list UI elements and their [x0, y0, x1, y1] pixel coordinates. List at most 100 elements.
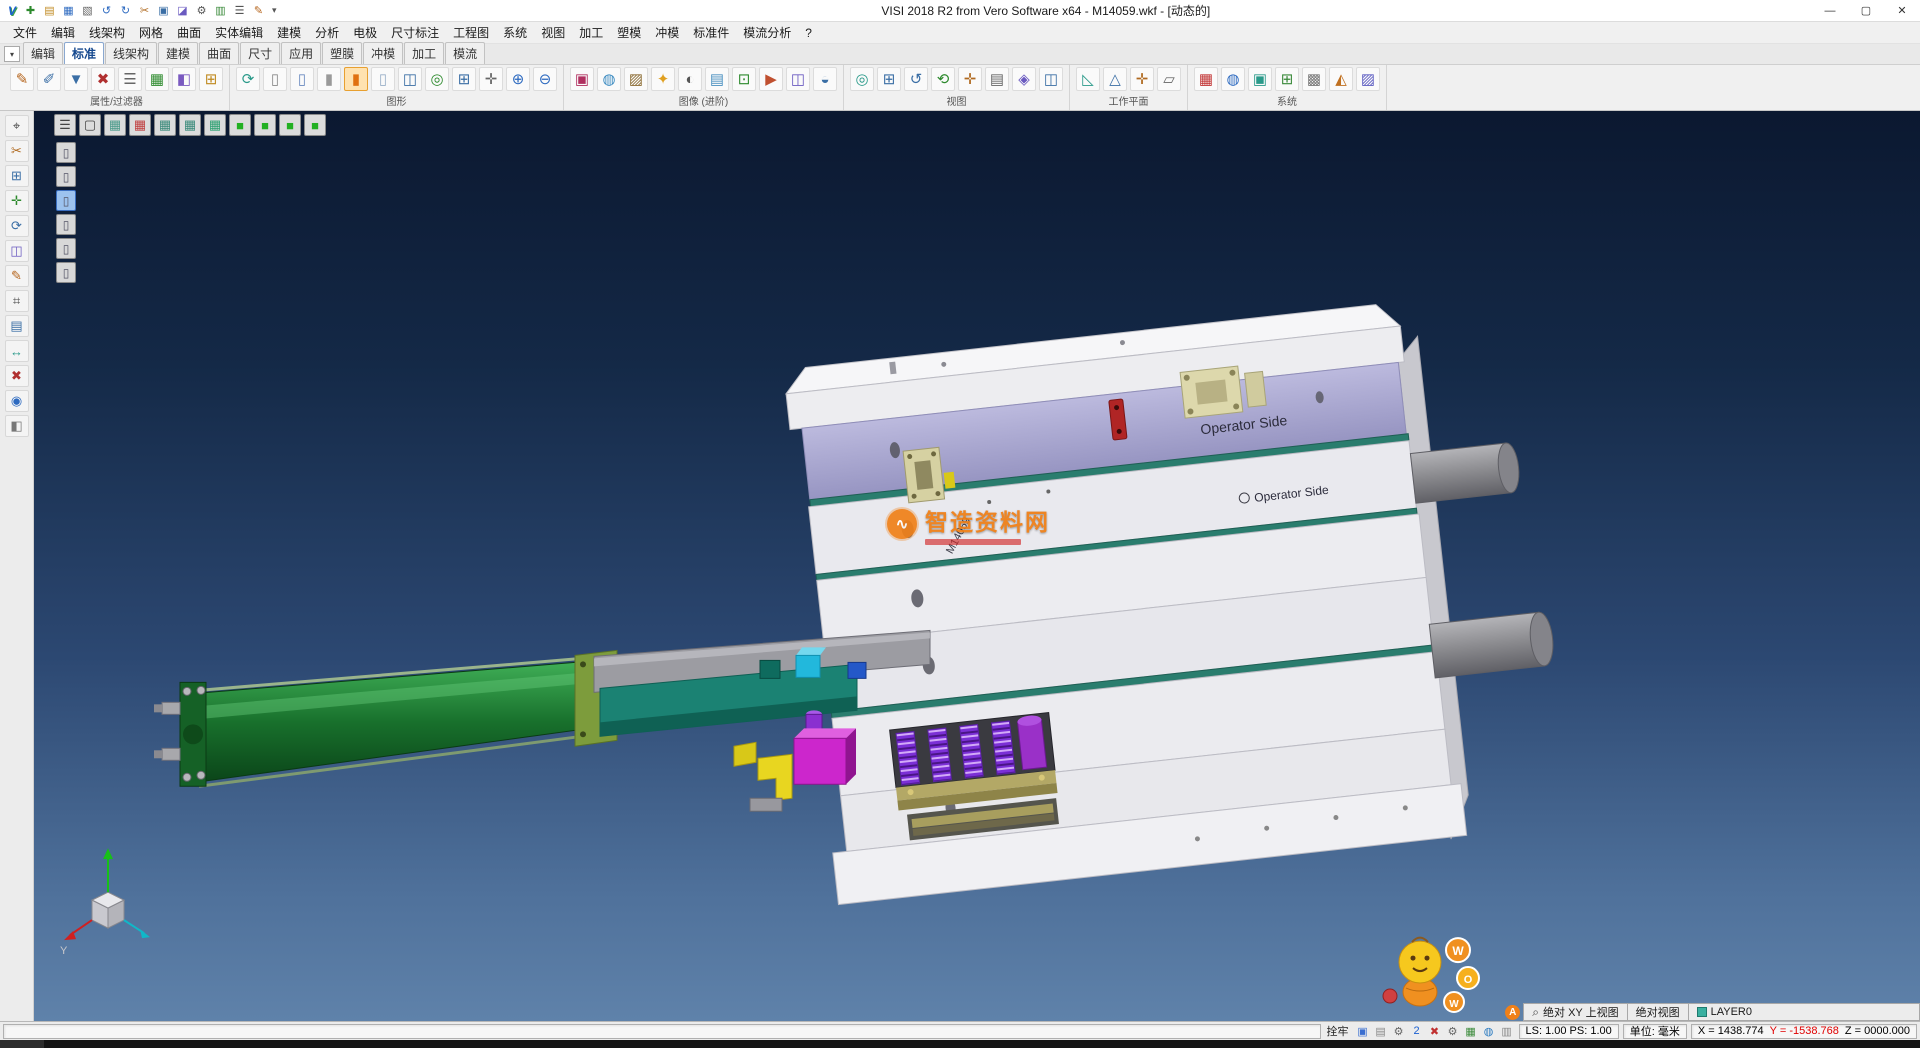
status-box-icon[interactable]: ▦ — [1463, 1025, 1479, 1038]
tab-10[interactable]: 模流 — [445, 42, 485, 64]
transparent-icon[interactable]: ▯ — [371, 67, 395, 91]
view-mode-indicator[interactable]: ⌕ 绝对 XY 上视图 — [1523, 1003, 1626, 1021]
lock-label[interactable]: 拴牢 — [1325, 1023, 1351, 1039]
tab-8[interactable]: 冲模 — [363, 42, 403, 64]
menu-item-11[interactable]: 系统 — [496, 22, 534, 43]
light-icon[interactable]: ✦ — [651, 67, 675, 91]
menu-item-18[interactable]: ? — [798, 24, 819, 42]
open-file-icon[interactable]: ▤ — [41, 4, 58, 17]
tab-4[interactable]: 曲面 — [199, 42, 239, 64]
zoom-window-icon[interactable]: ⊞ — [877, 67, 901, 91]
workplane-list-icon[interactable]: ▱ — [1157, 67, 1181, 91]
menu-item-7[interactable]: 分析 — [308, 22, 346, 43]
animation-icon[interactable]: ▶ — [759, 67, 783, 91]
zoom-box-icon[interactable]: ⊞ — [452, 67, 476, 91]
shadow-icon[interactable]: ◐ — [678, 67, 702, 91]
units-field[interactable]: 单位: 毫米 — [1623, 1024, 1687, 1039]
menu-item-13[interactable]: 加工 — [572, 22, 610, 43]
viewport-3d[interactable]: ☰▢▦▦▦▦▦■■■■ ▯▯▯▯▯▯ — [34, 111, 1920, 1021]
menu-item-9[interactable]: 尺寸标注 — [384, 22, 446, 43]
cube-view-icon-4[interactable]: ■ — [304, 114, 326, 136]
background-icon[interactable]: ▤ — [705, 67, 729, 91]
dimension-icon[interactable]: ⌗ — [5, 290, 29, 312]
minimize-button[interactable]: — — [1812, 0, 1848, 22]
maximize-button[interactable]: ▢ — [1848, 0, 1884, 22]
tab-2[interactable]: 线架构 — [105, 42, 157, 64]
layer-indicator[interactable]: LAYER0 — [1688, 1003, 1760, 1021]
properties-pencil-icon[interactable]: ✎ — [10, 67, 34, 91]
measure-icon[interactable]: ↔ — [5, 340, 29, 362]
shaded-edges-icon[interactable]: ▮ — [344, 67, 368, 91]
status-mail-icon[interactable]: ▤ — [1373, 1025, 1389, 1038]
clip-plane-icon-6[interactable]: ▯ — [56, 262, 76, 283]
menu-item-2[interactable]: 线架构 — [82, 22, 132, 43]
stereo-icon[interactable]: ◫ — [786, 67, 810, 91]
status-panel-icon[interactable]: ▥ — [1499, 1025, 1515, 1038]
clip-plane-icon-5[interactable]: ▯ — [56, 238, 76, 259]
dynamic-view-icon[interactable]: ◎ — [425, 67, 449, 91]
status-doc-icon[interactable]: ▣ — [1355, 1025, 1371, 1038]
trim-icon[interactable]: ✂ — [5, 140, 29, 162]
menu-item-6[interactable]: 建模 — [270, 22, 308, 43]
absolute-view-indicator[interactable]: 绝对视图 — [1627, 1003, 1688, 1021]
iso-view-icon-5[interactable]: ▦ — [204, 114, 226, 136]
menu-item-10[interactable]: 工程图 — [446, 22, 496, 43]
status-globe-icon[interactable]: ◍ — [1481, 1025, 1497, 1038]
database-icon[interactable]: ▨ — [1356, 67, 1380, 91]
command-prompt-field[interactable] — [3, 1024, 1321, 1039]
zoom-out-icon[interactable]: ⊖ — [533, 67, 557, 91]
workplane-icon[interactable]: ◺ — [1076, 67, 1100, 91]
redo-icon[interactable]: ↻ — [117, 4, 134, 17]
tab-5[interactable]: 尺寸 — [240, 42, 280, 64]
color-attr-icon[interactable]: ▦ — [145, 67, 169, 91]
texture-icon[interactable]: ▨ — [624, 67, 648, 91]
attr-brush-icon[interactable]: ✐ — [37, 67, 61, 91]
select-icon[interactable]: ⌖ — [5, 115, 29, 137]
system-color-icon[interactable]: ▦ — [1194, 67, 1218, 91]
view-menu-icon[interactable]: ☰ — [54, 114, 76, 136]
section-view-icon[interactable]: ◫ — [398, 67, 422, 91]
mold-assembly[interactable]: Operator Side Operator Side — [779, 289, 1573, 906]
cube-view-icon-3[interactable]: ■ — [279, 114, 301, 136]
status-settings-icon[interactable]: ⚙ — [1445, 1025, 1461, 1038]
print-icon[interactable]: ▧ — [79, 4, 96, 17]
multi-view-icon[interactable]: ◫ — [1039, 67, 1063, 91]
menu-item-16[interactable]: 标准件 — [686, 22, 736, 43]
delete-filter-icon[interactable]: ✖ — [91, 67, 115, 91]
filter-icon[interactable]: ▼ — [64, 67, 88, 91]
compare-icon[interactable]: ◒ — [813, 67, 837, 91]
layer-filter-icon[interactable]: ◧ — [172, 67, 196, 91]
menu-item-3[interactable]: 网格 — [132, 22, 170, 43]
tab-9[interactable]: 加工 — [404, 42, 444, 64]
workplane-3pt-icon[interactable]: △ — [1103, 67, 1127, 91]
layers-icon[interactable]: ▤ — [5, 315, 29, 337]
tab-1[interactable]: 标准 — [64, 42, 104, 64]
menu-item-8[interactable]: 电极 — [346, 22, 384, 43]
monitor-icon[interactable]: ▣ — [1248, 67, 1272, 91]
cut-icon[interactable]: ✂ — [136, 4, 153, 17]
rotate-tool-icon[interactable]: ⟳ — [5, 215, 29, 237]
menu-item-14[interactable]: 塑模 — [610, 22, 648, 43]
tab-dropdown-icon[interactable]: ▾ — [4, 46, 20, 62]
perspective-icon[interactable]: ◈ — [1012, 67, 1036, 91]
edit-icon[interactable]: ✎ — [250, 4, 267, 17]
zoom-in-icon[interactable]: ⊕ — [506, 67, 530, 91]
iso-view-icon-4[interactable]: ▦ — [179, 114, 201, 136]
globe-icon[interactable]: ◍ — [1221, 67, 1245, 91]
status-gear-icon[interactable]: ⚙ — [1391, 1025, 1407, 1038]
annotation-badge[interactable]: A — [1505, 1005, 1520, 1020]
hidden-line-icon[interactable]: ▯ — [290, 67, 314, 91]
status-error-icon[interactable]: ✖ — [1427, 1025, 1443, 1038]
menu-item-5[interactable]: 实体编辑 — [208, 22, 270, 43]
shaded-icon[interactable]: ▮ — [317, 67, 341, 91]
tab-6[interactable]: 应用 — [281, 42, 321, 64]
menu-item-15[interactable]: 冲模 — [648, 22, 686, 43]
snapshot-icon[interactable]: ⊡ — [732, 67, 756, 91]
paste-icon[interactable]: ◪ — [174, 4, 191, 17]
tab-3[interactable]: 建模 — [158, 42, 198, 64]
tab-7[interactable]: 塑膜 — [322, 42, 362, 64]
iso-view-icon-1[interactable]: ▦ — [104, 114, 126, 136]
iso-view-icon-2[interactable]: ▦ — [129, 114, 151, 136]
new-file-icon[interactable]: ✚ — [22, 4, 39, 17]
grid-icon[interactable]: ▥ — [212, 4, 229, 17]
